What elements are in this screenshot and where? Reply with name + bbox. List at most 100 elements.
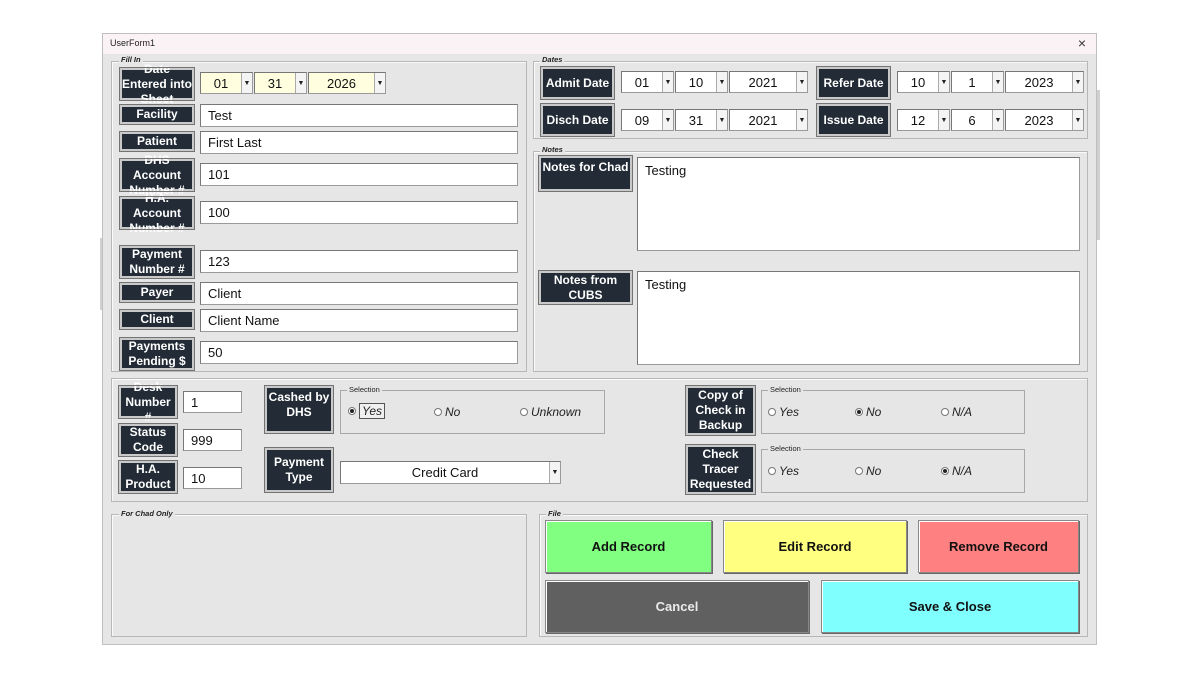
- notes-for-chad-label: Notes for Chad: [538, 155, 633, 192]
- sheet-edge-right: [1097, 90, 1100, 240]
- dropdown-arrow-icon[interactable]: ▼: [796, 72, 807, 92]
- radio-button-icon[interactable]: [434, 408, 442, 416]
- notes-from-cubs-field[interactable]: Testing: [637, 271, 1080, 365]
- radio-button-icon[interactable]: [855, 408, 863, 416]
- for-chad-only-frame: [111, 514, 527, 637]
- issue-month-value: 12: [910, 112, 926, 128]
- dropdown-arrow-icon[interactable]: ▼: [1072, 72, 1083, 92]
- client-field[interactable]: Client Name: [200, 309, 518, 332]
- edit-record-button[interactable]: Edit Record: [723, 520, 907, 573]
- add-record-button[interactable]: Add Record: [545, 520, 712, 573]
- admit-month-dropdown[interactable]: 01 ▼: [621, 71, 674, 93]
- desk-number-field[interactable]: 1: [183, 391, 242, 413]
- dropdown-arrow-icon[interactable]: ▼: [716, 72, 727, 92]
- ha-product-field[interactable]: 10: [183, 467, 242, 489]
- payer-label: Payer: [119, 282, 195, 303]
- refer-day-dropdown[interactable]: 1 ▼: [951, 71, 1004, 93]
- disch-day-dropdown[interactable]: 31 ▼: [675, 109, 728, 131]
- patient-field[interactable]: First Last: [200, 131, 518, 154]
- dropdown-arrow-icon[interactable]: ▼: [938, 110, 949, 130]
- date-entered-day-dropdown[interactable]: 31 ▼: [254, 72, 307, 94]
- cashed-unknown-option[interactable]: Unknown: [520, 405, 581, 419]
- remove-record-button[interactable]: Remove Record: [918, 520, 1079, 573]
- disch-month-value: 09: [634, 112, 650, 128]
- payment-type-value: Credit Card: [411, 465, 479, 480]
- dropdown-arrow-icon[interactable]: ▼: [716, 110, 727, 130]
- copy-na-option[interactable]: N/A: [941, 405, 972, 419]
- dropdown-arrow-icon[interactable]: ▼: [662, 110, 673, 130]
- tracer-yes-label: Yes: [779, 464, 800, 478]
- ha-product-label: H.A. Product: [118, 460, 178, 494]
- disch-year-dropdown[interactable]: 2021 ▼: [729, 109, 808, 131]
- userform-window: UserForm1 × Fill In Date Entered into Sh…: [102, 33, 1097, 645]
- file-caption: File: [546, 509, 563, 518]
- dropdown-arrow-icon[interactable]: ▼: [992, 72, 1003, 92]
- status-code-field[interactable]: 999: [183, 429, 242, 451]
- copy-of-check-caption: Selection: [768, 385, 803, 394]
- disch-year-value: 2021: [748, 112, 778, 128]
- issue-year-value: 2023: [1024, 112, 1054, 128]
- tracer-na-option[interactable]: N/A: [941, 464, 972, 478]
- refer-year-value: 2023: [1024, 74, 1054, 90]
- save-close-button[interactable]: Save & Close: [821, 580, 1079, 633]
- copy-yes-option[interactable]: Yes: [768, 405, 799, 419]
- dates-caption: Dates: [540, 55, 565, 64]
- title-bar: UserForm1 ×: [103, 34, 1096, 54]
- date-entered-year-dropdown[interactable]: 2026 ▼: [308, 72, 386, 94]
- issue-day-value: 6: [968, 112, 976, 128]
- cashed-no-label: No: [445, 405, 461, 419]
- dropdown-arrow-icon[interactable]: ▼: [295, 73, 306, 93]
- radio-button-icon[interactable]: [941, 467, 949, 475]
- ha-account-field[interactable]: 100: [200, 201, 518, 224]
- dropdown-arrow-icon[interactable]: ▼: [796, 110, 807, 130]
- issue-month-dropdown[interactable]: 12 ▼: [897, 109, 950, 131]
- radio-button-icon[interactable]: [348, 407, 356, 415]
- cancel-button[interactable]: Cancel: [545, 580, 809, 633]
- facility-field[interactable]: Test: [200, 104, 518, 127]
- radio-button-icon[interactable]: [768, 408, 776, 416]
- dropdown-arrow-icon[interactable]: ▼: [374, 73, 385, 93]
- payments-pending-field[interactable]: 50: [200, 341, 518, 364]
- ha-account-label: H.A. Account Number #: [119, 191, 195, 235]
- cashed-yes-option[interactable]: Yes: [348, 403, 386, 419]
- dropdown-arrow-icon[interactable]: ▼: [992, 110, 1003, 130]
- radio-button-icon[interactable]: [520, 408, 528, 416]
- copy-of-check-label: Copy of Check in Backup: [685, 385, 756, 436]
- copy-no-option[interactable]: No: [855, 405, 881, 419]
- radio-button-icon[interactable]: [941, 408, 949, 416]
- close-icon[interactable]: ×: [1073, 35, 1091, 52]
- dropdown-arrow-icon[interactable]: ▼: [241, 73, 252, 93]
- cashed-yes-label: Yes: [359, 403, 386, 419]
- payment-type-label: Payment Type: [264, 447, 334, 493]
- issue-year-dropdown[interactable]: 2023 ▼: [1005, 109, 1084, 131]
- dropdown-arrow-icon[interactable]: ▼: [1072, 110, 1083, 130]
- date-entered-month-dropdown[interactable]: 01 ▼: [200, 72, 253, 94]
- issue-day-dropdown[interactable]: 6 ▼: [951, 109, 1004, 131]
- refer-month-dropdown[interactable]: 10 ▼: [897, 71, 950, 93]
- radio-button-icon[interactable]: [768, 467, 776, 475]
- dropdown-arrow-icon[interactable]: ▼: [662, 72, 673, 92]
- refer-day-value: 1: [968, 74, 976, 90]
- admit-day-value: 10: [688, 74, 704, 90]
- notes-for-chad-field[interactable]: Testing: [637, 157, 1080, 251]
- cashed-unknown-label: Unknown: [531, 405, 582, 419]
- payment-type-dropdown[interactable]: Credit Card ▼: [340, 461, 561, 484]
- payment-number-field[interactable]: 123: [200, 250, 518, 273]
- refer-year-dropdown[interactable]: 2023 ▼: [1005, 71, 1084, 93]
- dhs-account-field[interactable]: 101: [200, 163, 518, 186]
- admit-year-dropdown[interactable]: 2021 ▼: [729, 71, 808, 93]
- client-label: Client: [119, 309, 195, 330]
- check-tracer-label: Check Tracer Requested: [685, 444, 756, 495]
- admit-day-dropdown[interactable]: 10 ▼: [675, 71, 728, 93]
- patient-label: Patient: [119, 131, 195, 152]
- radio-button-icon[interactable]: [855, 467, 863, 475]
- dropdown-arrow-icon[interactable]: ▼: [549, 462, 560, 483]
- for-chad-only-caption: For Chad Only: [119, 509, 175, 518]
- tracer-no-option[interactable]: No: [855, 464, 881, 478]
- tracer-yes-option[interactable]: Yes: [768, 464, 799, 478]
- disch-month-dropdown[interactable]: 09 ▼: [621, 109, 674, 131]
- payer-field[interactable]: Client: [200, 282, 518, 305]
- disch-day-value: 31: [688, 112, 704, 128]
- cashed-no-option[interactable]: No: [434, 405, 460, 419]
- dropdown-arrow-icon[interactable]: ▼: [938, 72, 949, 92]
